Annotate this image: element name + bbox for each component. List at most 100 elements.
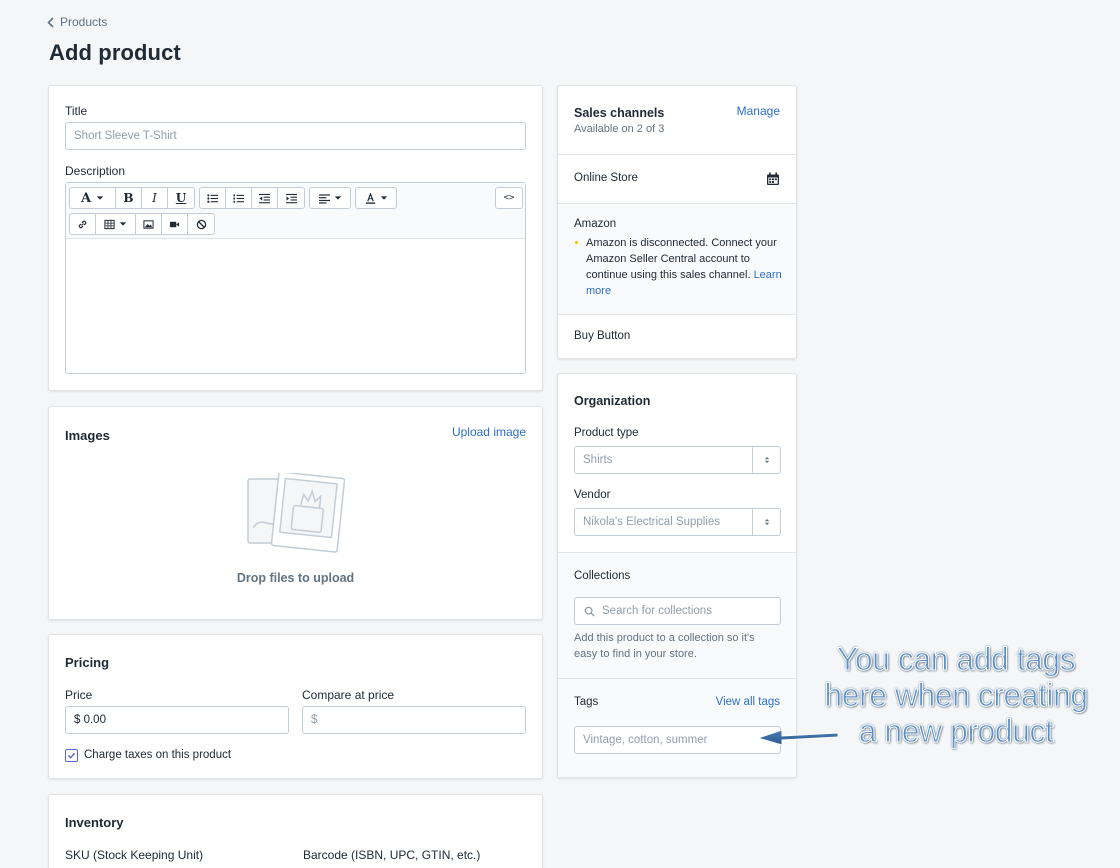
vendor-select[interactable]: Nikola's Electrical Supplies: [574, 508, 781, 536]
divider: [558, 314, 796, 315]
online-store-label: Online Store: [574, 172, 638, 184]
charge-taxes-label: Charge taxes on this product: [84, 749, 232, 761]
view-all-tags-link[interactable]: View all tags: [716, 696, 780, 708]
code-view-button[interactable]: <>: [496, 188, 522, 208]
outdent-icon: [259, 193, 270, 203]
annotation-line-2: here when creating: [824, 677, 1089, 714]
select-stepper: [752, 447, 780, 473]
outdent-button[interactable]: [252, 188, 278, 208]
description-textarea[interactable]: [66, 239, 525, 373]
clear-format-button[interactable]: [188, 214, 214, 234]
product-details-card: Title Short Sleeve T-Shirt Description A…: [48, 85, 543, 391]
barcode-label: Barcode (ISBN, UPC, GTIN, etc.): [303, 848, 481, 862]
product-type-label: Product type: [574, 427, 639, 439]
select-caret-icon: [764, 457, 769, 463]
breadcrumb[interactable]: Products: [47, 15, 107, 29]
tags-placeholder: Vintage, cotton, summer: [583, 734, 708, 746]
pricing-card: Pricing Price $ 0.00 Compare at price $ …: [48, 634, 543, 779]
caret-down-icon: [334, 196, 341, 200]
underline-button[interactable]: U: [168, 188, 194, 208]
sales-channels-subheading: Available on 2 of 3: [574, 123, 665, 135]
price-input[interactable]: $ 0.00: [65, 706, 289, 734]
search-icon: [584, 606, 595, 617]
numbered-list-button[interactable]: [226, 188, 252, 208]
vendor-placeholder: Nikola's Electrical Supplies: [583, 516, 721, 528]
vendor-label: Vendor: [574, 489, 611, 501]
pricing-heading: Pricing: [65, 655, 110, 670]
warning-dot: [575, 241, 578, 244]
amazon-warning-text: Amazon is disconnected. Connect your Ama…: [586, 237, 777, 281]
video-button[interactable]: [162, 214, 188, 234]
calendar-icon[interactable]: [766, 172, 780, 186]
font-group: A B I U: [69, 187, 195, 209]
text-color-dropdown[interactable]: [356, 188, 396, 208]
collections-search-input[interactable]: Search for collections: [574, 597, 781, 625]
tags-label: Tags: [574, 696, 599, 708]
sku-label: SKU (Stock Keeping Unit): [65, 848, 204, 862]
amazon-warning-block: Amazon is disconnected. Connect your Ama…: [586, 235, 782, 299]
collections-placeholder: Search for collections: [602, 605, 712, 617]
image-button[interactable]: [136, 214, 162, 234]
align-dropdown[interactable]: [310, 188, 350, 208]
compare-price-input[interactable]: $: [302, 706, 526, 734]
clear-format-icon: [196, 219, 206, 229]
product-type-placeholder: Shirts: [583, 454, 613, 466]
text-color-icon: [365, 192, 375, 204]
compare-price-placeholder: $: [311, 714, 318, 726]
title-label: Title: [65, 104, 88, 118]
table-icon: [104, 219, 115, 229]
amazon-label: Amazon: [574, 218, 617, 230]
price-value: $ 0.00: [74, 714, 106, 726]
title-input[interactable]: Short Sleeve T-Shirt: [65, 122, 526, 150]
bold-button[interactable]: B: [116, 188, 142, 208]
caret-down-icon: [96, 196, 104, 200]
upload-image-link[interactable]: Upload image: [452, 425, 526, 439]
image-placeholder-icon: [247, 473, 345, 553]
align-group: [309, 187, 351, 209]
manage-channels-link[interactable]: Manage: [737, 104, 780, 118]
editor-toolbar: A B I U <>: [66, 183, 525, 239]
price-label: Price: [65, 688, 93, 702]
collections-help-text: Add this product to a collection so it's…: [574, 632, 755, 660]
annotation-line-1: You can add tags: [836, 641, 1076, 678]
color-group: [355, 187, 397, 209]
tags-input[interactable]: Vintage, cotton, summer: [574, 726, 781, 754]
breadcrumb-products-link[interactable]: Products: [60, 15, 107, 29]
images-card: Images Upload image Drop files to upload: [48, 406, 543, 620]
buy-button-label: Buy Button: [574, 330, 631, 342]
caret-down-icon: [119, 222, 127, 226]
description-label: Description: [65, 164, 126, 178]
divider: [558, 154, 796, 155]
organization-card: Organization Product type Shirts Vendor …: [557, 373, 797, 778]
align-left-icon: [318, 193, 330, 204]
indent-icon: [285, 193, 297, 203]
product-type-select[interactable]: Shirts: [574, 446, 781, 474]
annotation-callout: You can add tags here when creating a ne…: [812, 641, 1100, 750]
bullet-list-button[interactable]: [200, 188, 226, 208]
compare-price-label: Compare at price: [302, 688, 395, 702]
sales-channels-heading: Sales channels: [574, 106, 665, 120]
select-stepper: [752, 509, 780, 535]
table-dropdown[interactable]: [96, 214, 136, 234]
text-style-dropdown[interactable]: A: [70, 188, 116, 208]
bullet-list-icon: [207, 193, 218, 203]
chevron-left-icon: [47, 16, 54, 28]
image-icon: [143, 219, 154, 229]
text-style-label: A: [80, 190, 92, 206]
collections-label: Collections: [574, 570, 631, 582]
title-placeholder: Short Sleeve T-Shirt: [74, 130, 177, 142]
annotation-line-3: a new product: [858, 713, 1054, 750]
inventory-heading: Inventory: [65, 815, 124, 830]
list-group: [199, 187, 305, 209]
description-editor: A B I U <>: [65, 182, 526, 374]
numbered-list-icon: [233, 193, 244, 203]
link-button[interactable]: [70, 214, 96, 234]
indent-button[interactable]: [278, 188, 304, 208]
video-icon: [169, 221, 180, 227]
link-icon: [78, 220, 87, 228]
charge-taxes-checkbox[interactable]: [65, 749, 78, 762]
inventory-card: Inventory SKU (Stock Keeping Unit) Barco…: [48, 794, 543, 868]
organization-heading: Organization: [574, 394, 651, 408]
italic-button[interactable]: I: [142, 188, 168, 208]
checkmark-icon: [67, 752, 76, 759]
